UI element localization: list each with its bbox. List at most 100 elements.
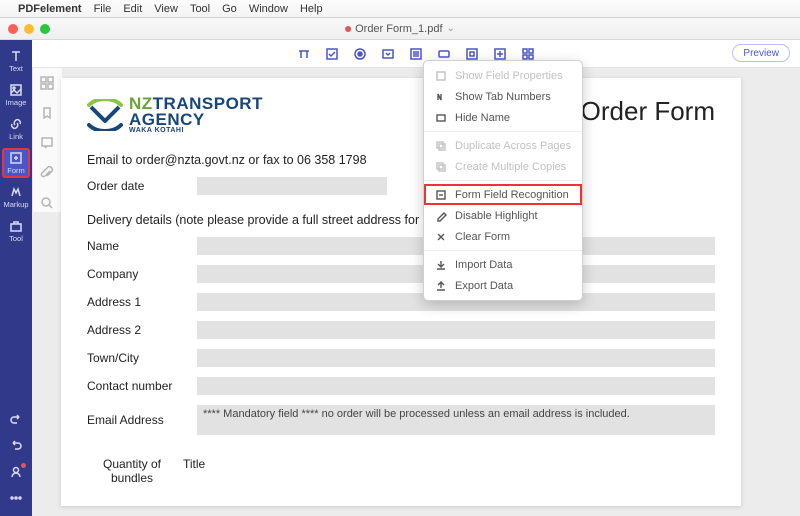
menu-disable-highlight[interactable]: Disable Highlight [424, 205, 582, 226]
toolbox-icon [9, 219, 23, 233]
menu-tool[interactable]: Tool [190, 3, 210, 15]
menu-window[interactable]: Window [249, 3, 288, 15]
pdf-page: NZTRANSPORT AGENCY WAKA KOTAHI Order For… [61, 78, 741, 506]
more-icon [9, 491, 23, 505]
rail-undo[interactable] [3, 410, 29, 430]
col-title: Title [177, 457, 715, 485]
menu-hide-name[interactable]: Hide Name [424, 107, 582, 128]
export-icon [435, 280, 447, 292]
rail-link[interactable]: Link [3, 115, 29, 143]
rail-more[interactable] [3, 488, 29, 508]
markup-icon [9, 185, 23, 199]
redo-icon [9, 439, 23, 453]
window-controls [8, 24, 50, 34]
address1-label: Address 1 [87, 295, 197, 309]
grid-icon [521, 47, 535, 61]
rail-tool-label: Tool [9, 234, 23, 243]
unsaved-dot-icon [345, 26, 351, 32]
text-icon [9, 49, 23, 63]
left-tool-rail: Text Image Link Form Markup Tool [0, 40, 32, 516]
clear-icon [435, 231, 447, 243]
textfield-icon [297, 47, 311, 61]
rail-form[interactable]: Form [3, 149, 29, 177]
order-date-field[interactable] [197, 177, 387, 195]
form-icon [9, 151, 23, 165]
document-title[interactable]: Order Form_1.pdf ⌄ [345, 23, 455, 35]
email-label: Email Address [87, 405, 197, 427]
properties-icon [435, 70, 447, 82]
menu-file[interactable]: File [94, 3, 112, 15]
tool-listbox[interactable] [407, 45, 425, 63]
document-viewport[interactable]: NZTRANSPORT AGENCY WAKA KOTAHI Order For… [32, 68, 770, 516]
contact-field[interactable] [197, 377, 715, 395]
company-label: Company [87, 267, 197, 281]
menu-export-data[interactable]: Export Data [424, 275, 582, 296]
link-icon [9, 117, 23, 131]
window-maximize-button[interactable] [40, 24, 50, 34]
window-minimize-button[interactable] [24, 24, 34, 34]
hidename-icon [435, 112, 447, 124]
listbox-icon [409, 47, 423, 61]
contact-label: Contact number [87, 379, 197, 393]
form-toolbar: Preview [32, 40, 800, 68]
rail-tool[interactable]: Tool [3, 217, 29, 245]
email-field[interactable]: **** Mandatory field **** no order will … [197, 405, 715, 435]
towncity-field[interactable] [197, 349, 715, 367]
menu-show-field-properties: Show Field Properties [424, 65, 582, 86]
menu-app-name[interactable]: PDFelement [18, 3, 82, 15]
combobox-icon [381, 47, 395, 61]
rail-text[interactable]: Text [3, 47, 29, 75]
rail-account[interactable] [3, 462, 29, 482]
col-quantity: Quantity of bundles [87, 457, 177, 485]
document-title-text: Order Form_1.pdf [355, 23, 442, 35]
window-title-bar: Order Form_1.pdf ⌄ [0, 18, 800, 40]
highlight-icon [435, 210, 447, 222]
copies-icon [435, 161, 447, 173]
rail-image[interactable]: Image [3, 81, 29, 109]
rail-form-label: Form [7, 166, 25, 175]
tool-textfield[interactable] [295, 45, 313, 63]
tool-combobox[interactable] [379, 45, 397, 63]
preview-button[interactable]: Preview [732, 44, 790, 62]
menu-clear-form[interactable]: Clear Form [424, 226, 582, 247]
address2-label: Address 2 [87, 323, 197, 337]
signature-icon [465, 47, 479, 61]
imagefield-icon [493, 47, 507, 61]
duplicate-icon [435, 140, 447, 152]
user-icon [9, 465, 23, 479]
recognition-icon [435, 189, 447, 201]
radio-icon [353, 47, 367, 61]
menu-help[interactable]: Help [300, 3, 323, 15]
mac-menu-bar: PDFelement File Edit View Tool Go Window… [0, 0, 800, 18]
menu-edit[interactable]: Edit [123, 3, 142, 15]
menu-duplicate-pages: Duplicate Across Pages [424, 135, 582, 156]
window-close-button[interactable] [8, 24, 18, 34]
rail-redo[interactable] [3, 436, 29, 456]
menu-separator [424, 250, 582, 251]
logo-mark-icon [87, 99, 123, 131]
rail-markup-label: Markup [3, 200, 28, 209]
checkbox-icon [325, 47, 339, 61]
menu-form-field-recognition[interactable]: Form Field Recognition [424, 184, 582, 205]
towncity-label: Town/City [87, 351, 197, 365]
agency-logo: NZTRANSPORT AGENCY WAKA KOTAHI [87, 96, 263, 135]
image-icon [9, 83, 23, 97]
order-date-label: Order date [87, 179, 197, 193]
rail-text-label: Text [9, 64, 23, 73]
tool-checkbox[interactable] [323, 45, 341, 63]
import-icon [435, 259, 447, 271]
rail-link-label: Link [9, 132, 23, 141]
rail-markup[interactable]: Markup [3, 183, 29, 211]
tool-radio[interactable] [351, 45, 369, 63]
menu-go[interactable]: Go [222, 3, 237, 15]
menu-view[interactable]: View [154, 3, 178, 15]
menu-create-copies: Create Multiple Copies [424, 156, 582, 177]
rail-image-label: Image [6, 98, 27, 107]
menu-show-tab-numbers[interactable]: Show Tab Numbers [424, 86, 582, 107]
menu-import-data[interactable]: Import Data [424, 254, 582, 275]
email-instruction: Email to order@nzta.govt.nz or fax to 06… [87, 153, 715, 167]
address2-field[interactable] [197, 321, 715, 339]
undo-icon [9, 413, 23, 427]
page-title: Order Form [581, 96, 715, 127]
logo-sub: WAKA KOTAHI [129, 128, 263, 135]
